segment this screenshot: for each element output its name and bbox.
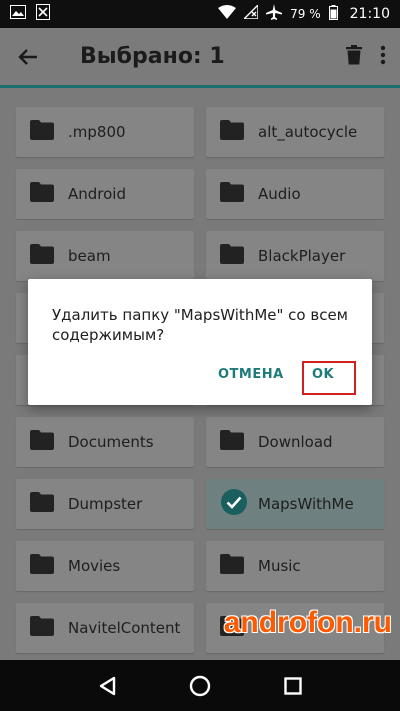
folder-icon (220, 554, 244, 578)
folder-icon (30, 554, 54, 578)
image-icon (10, 5, 26, 23)
folder-icon (220, 182, 244, 206)
folder-icon (30, 120, 54, 144)
page-title: Выбрано: 1 (80, 44, 225, 69)
folder-item[interactable]: .mp800 (16, 107, 194, 157)
dialog-message: Удалить папку "MapsWithMe" со всем содер… (52, 306, 348, 344)
folder-name: alt_autocycle (258, 123, 358, 141)
folder-icon (30, 616, 54, 640)
cancel-button[interactable]: ОТМЕНА (218, 367, 284, 382)
folder-icon (30, 244, 54, 268)
folder-item[interactable]: Music (206, 541, 384, 591)
home-circle-icon[interactable] (180, 666, 220, 706)
more-vert-icon[interactable] (380, 45, 386, 69)
check-circle-icon (220, 488, 248, 520)
folder-icon (30, 492, 54, 516)
folder-item[interactable]: beam (16, 231, 194, 281)
folder-name: Dumpster (68, 495, 143, 513)
folder-item[interactable]: NavitelContent (16, 603, 194, 653)
folder-icon (220, 120, 244, 144)
close-box-icon (36, 4, 50, 24)
folder-icon (220, 244, 244, 268)
delete-confirm-dialog: Удалить папку "MapsWithMe" со всем содер… (28, 279, 372, 405)
folder-name: .mp800 (68, 123, 126, 141)
folder-item[interactable]: Movies (16, 541, 194, 591)
folder-name: Audio (258, 185, 301, 203)
ok-highlight-frame (302, 361, 356, 395)
back-triangle-icon[interactable] (87, 666, 127, 706)
folder-name: MapsWithMe (258, 495, 354, 513)
folder-item[interactable]: Documents (16, 417, 194, 467)
folder-item-selected[interactable]: MapsWithMe (206, 479, 384, 529)
battery-percent: 79 % (290, 7, 321, 21)
recents-square-icon[interactable] (273, 666, 313, 706)
clock: 21:10 (349, 6, 390, 22)
folder-name: Music (258, 557, 301, 575)
folder-icon (220, 430, 244, 454)
wifi-icon (218, 5, 237, 23)
folder-item[interactable]: Download (206, 417, 384, 467)
airplane-icon (266, 4, 283, 24)
signal-off-icon (242, 3, 259, 23)
folder-item[interactable]: Android (16, 169, 194, 219)
folder-item[interactable]: BlackPlayer (206, 231, 384, 281)
folder-name: Documents (68, 433, 154, 451)
folder-item[interactable]: alt_autocycle (206, 107, 384, 157)
status-bar: 79 % 21:10 (0, 0, 400, 28)
delete-icon[interactable] (346, 44, 362, 69)
battery-icon (328, 4, 338, 24)
app-bar: Выбрано: 1 (0, 28, 400, 88)
navigation-bar (0, 660, 400, 711)
folder-name: BlackPlayer (258, 247, 346, 265)
folder-item[interactable]: Audio (206, 169, 384, 219)
folder-name: beam (68, 247, 111, 265)
folder-icon (30, 430, 54, 454)
folder-icon (30, 182, 54, 206)
arrow-back-icon[interactable] (0, 27, 56, 87)
folder-name: Download (258, 433, 333, 451)
watermark: androfon.ru (223, 606, 392, 639)
folder-item[interactable]: Dumpster (16, 479, 194, 529)
folder-name: Movies (68, 557, 121, 575)
folder-name: Android (68, 185, 126, 203)
folder-name: NavitelContent (68, 619, 181, 637)
